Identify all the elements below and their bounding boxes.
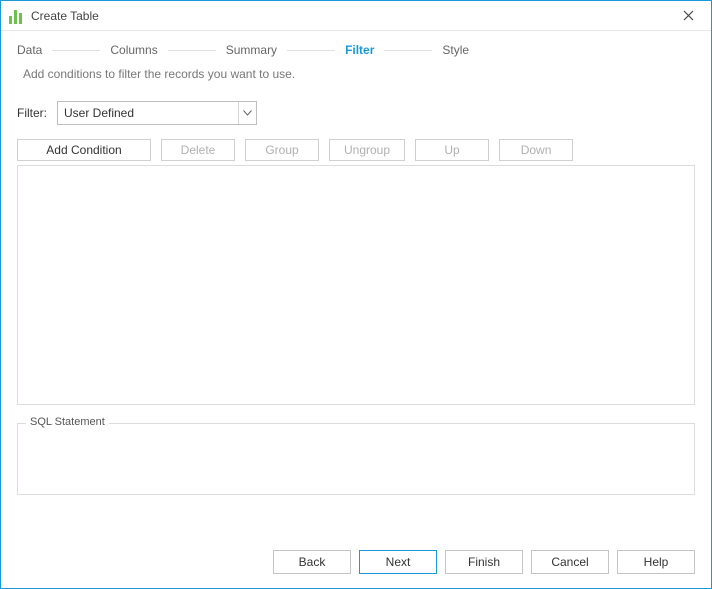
step-connector <box>287 50 335 51</box>
step-connector <box>52 50 100 51</box>
chevron-down-icon <box>238 102 256 124</box>
app-icon <box>9 8 25 24</box>
add-condition-button[interactable]: Add Condition <box>17 139 151 161</box>
close-icon[interactable] <box>673 2 703 30</box>
step-style[interactable]: Style <box>442 43 469 57</box>
dialog-body: Filter: User Defined Add Condition Delet… <box>1 95 711 538</box>
help-button[interactable]: Help <box>617 550 695 574</box>
step-columns[interactable]: Columns <box>110 43 157 57</box>
down-button[interactable]: Down <box>499 139 573 161</box>
step-summary[interactable]: Summary <box>226 43 277 57</box>
sql-statement-legend: SQL Statement <box>26 416 109 428</box>
ungroup-button[interactable]: Ungroup <box>329 139 405 161</box>
filter-select-value: User Defined <box>64 106 238 120</box>
wizard-steps: Data Columns Summary Filter Style <box>1 31 711 63</box>
step-connector <box>384 50 432 51</box>
wizard-subtitle: Add conditions to filter the records you… <box>1 63 711 95</box>
next-button[interactable]: Next <box>359 550 437 574</box>
dialog-create-table: Create Table Data Columns Summary Filter… <box>0 0 712 589</box>
filter-select[interactable]: User Defined <box>57 101 257 125</box>
cancel-button[interactable]: Cancel <box>531 550 609 574</box>
group-button[interactable]: Group <box>245 139 319 161</box>
filter-row: Filter: User Defined <box>17 101 695 125</box>
window-title: Create Table <box>31 9 99 23</box>
back-button[interactable]: Back <box>273 550 351 574</box>
dialog-footer: Back Next Finish Cancel Help <box>1 538 711 588</box>
delete-button[interactable]: Delete <box>161 139 235 161</box>
conditions-toolbar: Add Condition Delete Group Ungroup Up Do… <box>17 139 695 161</box>
titlebar: Create Table <box>1 1 711 31</box>
conditions-area[interactable] <box>17 165 695 405</box>
sql-statement-group: SQL Statement <box>17 423 695 495</box>
step-filter[interactable]: Filter <box>345 43 374 57</box>
finish-button[interactable]: Finish <box>445 550 523 574</box>
step-data[interactable]: Data <box>17 43 42 57</box>
up-button[interactable]: Up <box>415 139 489 161</box>
step-connector <box>168 50 216 51</box>
filter-label: Filter: <box>17 106 47 120</box>
